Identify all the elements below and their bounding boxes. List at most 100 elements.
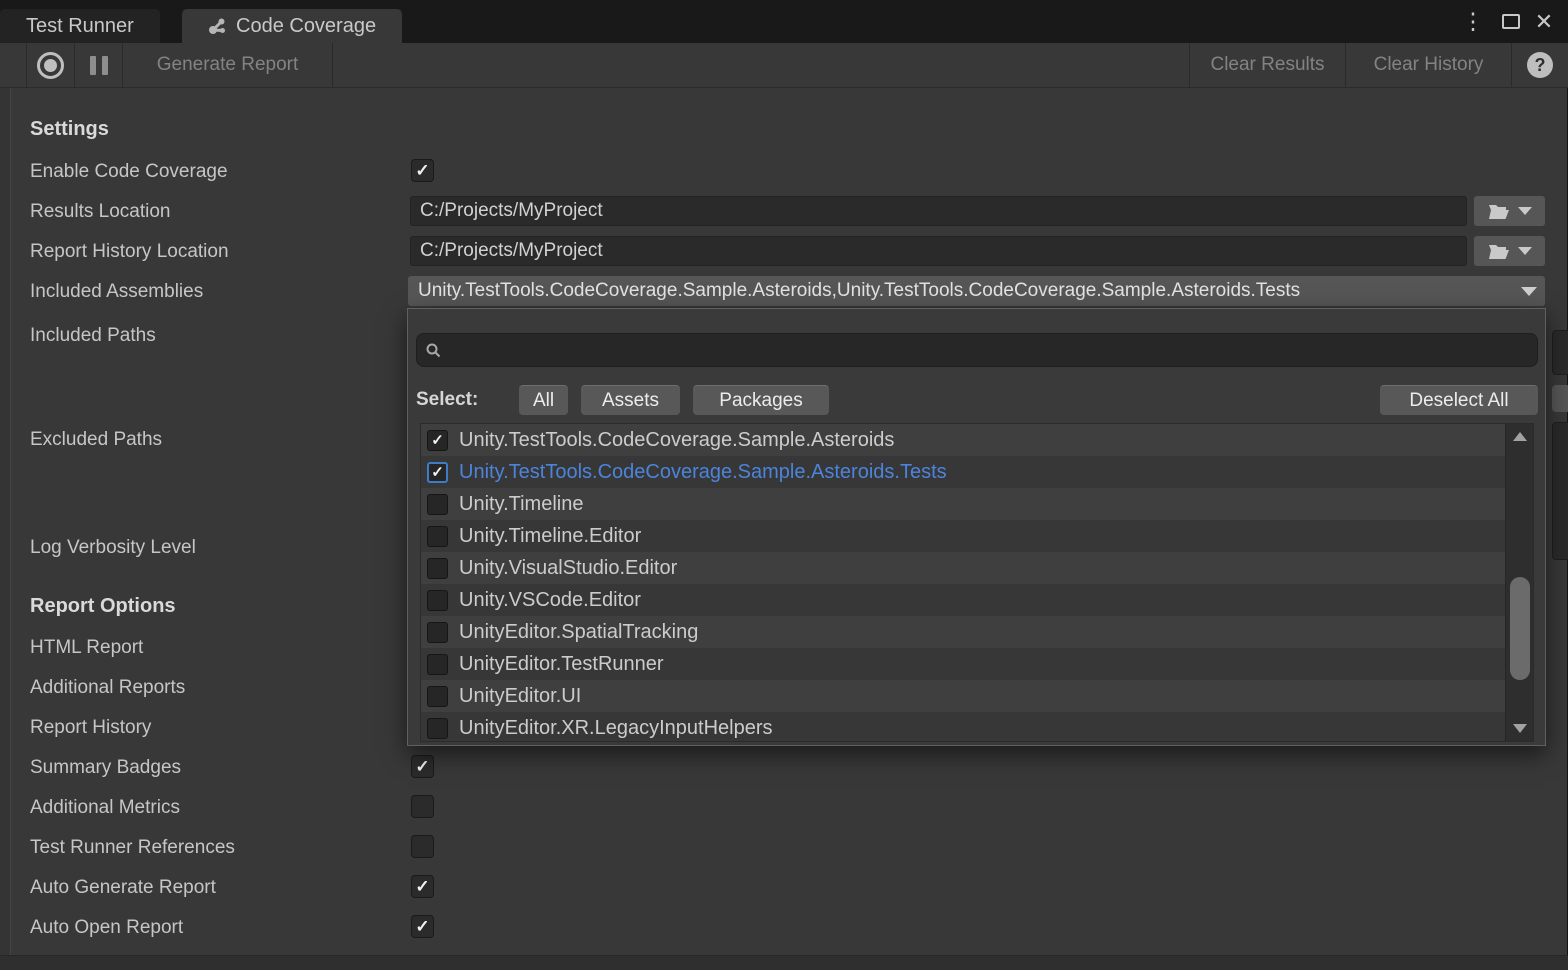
pause-button[interactable] (75, 43, 123, 87)
results-location-folder-button[interactable] (1474, 196, 1545, 226)
assembly-row[interactable]: ✓ Unity.TestTools.CodeCoverage.Sample.As… (421, 456, 1533, 488)
select-assets-button[interactable]: Assets (581, 385, 680, 415)
folder-dropdown-arrow-icon (1518, 247, 1532, 255)
report-history-folder-button[interactable] (1474, 236, 1545, 266)
folder-open-icon (1488, 203, 1510, 220)
assembly-checkbox[interactable] (427, 686, 448, 707)
code-coverage-icon (208, 17, 227, 36)
scroll-up-icon[interactable] (1513, 432, 1527, 441)
folder-open-icon (1488, 243, 1510, 260)
results-location-label: Results Location (30, 198, 170, 225)
report-options-section-title: Report Options (30, 593, 176, 620)
assembly-name: Unity.TestTools.CodeCoverage.Sample.Aste… (459, 429, 894, 452)
assembly-checkbox[interactable] (427, 526, 448, 547)
html-report-label: HTML Report (30, 634, 143, 661)
assembly-row[interactable]: ✓ Unity.TestTools.CodeCoverage.Sample.As… (421, 424, 1533, 456)
assembly-name: Unity.Timeline (459, 493, 583, 516)
included-paths-button-edge (1552, 385, 1568, 412)
tab-test-runner[interactable]: Test Runner (0, 9, 160, 43)
assembly-row[interactable]: UnityEditor.UI (421, 680, 1533, 712)
assembly-name: UnityEditor.XR.LegacyInputHelpers (459, 717, 773, 740)
generate-report-button[interactable]: Generate Report (123, 43, 333, 87)
assembly-checkbox[interactable] (427, 718, 448, 739)
report-history-location-label: Report History Location (30, 238, 229, 265)
clear-results-button[interactable]: Clear Results (1189, 43, 1345, 87)
results-location-input[interactable] (410, 196, 1467, 226)
assembly-name: Unity.VSCode.Editor (459, 589, 641, 612)
auto-open-report-checkbox[interactable]: ✓ (411, 915, 434, 938)
assembly-name: UnityEditor.TestRunner (459, 653, 664, 676)
settings-section-title: Settings (30, 116, 109, 143)
included-paths-label: Included Paths (30, 322, 156, 349)
report-history-location-input[interactable] (410, 236, 1467, 266)
assembly-checkbox[interactable] (427, 558, 448, 579)
additional-reports-label: Additional Reports (30, 674, 185, 701)
enable-code-coverage-label: Enable Code Coverage (30, 158, 228, 185)
clear-history-label: Clear History (1374, 54, 1484, 76)
left-edge-strip (0, 88, 10, 955)
assembly-search-box[interactable] (416, 333, 1538, 367)
record-button[interactable] (27, 43, 75, 87)
assembly-checkbox[interactable]: ✓ (427, 462, 448, 483)
enable-code-coverage-checkbox[interactable]: ✓ (411, 159, 434, 182)
tab-bar: Test Runner Code Coverage ⋮ ✕ (0, 0, 1568, 43)
scroll-down-icon[interactable] (1513, 724, 1527, 733)
tab-test-runner-label: Test Runner (26, 15, 134, 38)
bottom-resize-strip (0, 955, 1568, 970)
assembly-row[interactable]: Unity.Timeline (421, 488, 1533, 520)
assembly-search-input[interactable] (442, 340, 1529, 361)
assembly-row[interactable]: UnityEditor.XR.LegacyInputHelpers (421, 712, 1533, 742)
assembly-row[interactable]: Unity.VisualStudio.Editor (421, 552, 1533, 584)
auto-generate-report-checkbox[interactable]: ✓ (411, 875, 434, 898)
select-label: Select: (416, 385, 478, 415)
dropdown-arrow-icon (1521, 287, 1537, 296)
summary-badges-checkbox[interactable]: ✓ (411, 755, 434, 778)
deselect-all-button[interactable]: Deselect All (1380, 385, 1538, 415)
generate-report-label: Generate Report (157, 54, 299, 76)
excluded-paths-label: Excluded Paths (30, 426, 162, 453)
assembly-name: Unity.TestTools.CodeCoverage.Sample.Aste… (459, 461, 947, 484)
assembly-checkbox[interactable] (427, 590, 448, 611)
assembly-checkbox[interactable] (427, 622, 448, 643)
window-menu-icon[interactable]: ⋮ (1459, 0, 1487, 43)
folder-dropdown-arrow-icon (1518, 207, 1532, 215)
assembly-name: UnityEditor.SpatialTracking (459, 621, 698, 644)
included-assemblies-dropdown[interactable]: Unity.TestTools.CodeCoverage.Sample.Aste… (408, 276, 1545, 306)
assembly-row[interactable]: UnityEditor.SpatialTracking (421, 616, 1533, 648)
maximize-icon[interactable] (1496, 0, 1526, 43)
summary-badges-label: Summary Badges (30, 754, 181, 781)
assembly-name: Unity.VisualStudio.Editor (459, 557, 677, 580)
assembly-row[interactable]: Unity.Timeline.Editor (421, 520, 1533, 552)
assembly-checkbox[interactable]: ✓ (427, 430, 448, 451)
included-assemblies-label: Included Assemblies (30, 278, 203, 305)
tab-code-coverage[interactable]: Code Coverage (182, 9, 402, 43)
log-verbosity-level-label: Log Verbosity Level (30, 534, 196, 561)
scrollbar-thumb[interactable] (1510, 577, 1530, 680)
pause-icon (90, 56, 108, 75)
assembly-list-scrollbar[interactable] (1505, 424, 1533, 741)
assembly-checkbox[interactable] (427, 494, 448, 515)
assembly-row[interactable]: Unity.VSCode.Editor (421, 584, 1533, 616)
assemblies-popup: Select: All Assets Packages Deselect All… (407, 308, 1546, 746)
select-all-button[interactable]: All (519, 385, 568, 415)
clear-results-label: Clear Results (1210, 54, 1324, 76)
assembly-list: ✓ Unity.TestTools.CodeCoverage.Sample.As… (420, 423, 1534, 742)
toolbar-fill (333, 43, 1189, 87)
test-runner-references-label: Test Runner References (30, 834, 235, 861)
code-coverage-window: { "tab_bar": { "tabs": [ { "label": "Tes… (0, 0, 1568, 970)
close-icon[interactable]: ✕ (1529, 0, 1559, 43)
assembly-row[interactable]: UnityEditor.TestRunner (421, 648, 1533, 680)
assembly-checkbox[interactable] (427, 654, 448, 675)
included-assemblies-value: Unity.TestTools.CodeCoverage.Sample.Aste… (418, 280, 1519, 302)
test-runner-references-checkbox[interactable] (411, 835, 434, 858)
toolbar: Generate Report Clear Results Clear Hist… (0, 43, 1568, 88)
clear-history-button[interactable]: Clear History (1345, 43, 1511, 87)
report-history-label: Report History (30, 714, 151, 741)
record-icon (37, 52, 64, 79)
included-paths-field-edge (1552, 330, 1568, 375)
left-edge-line (10, 88, 11, 955)
additional-metrics-checkbox[interactable] (411, 795, 434, 818)
select-packages-button[interactable]: Packages (693, 385, 829, 415)
help-button[interactable]: ? (1511, 43, 1568, 87)
auto-open-report-label: Auto Open Report (30, 914, 183, 941)
